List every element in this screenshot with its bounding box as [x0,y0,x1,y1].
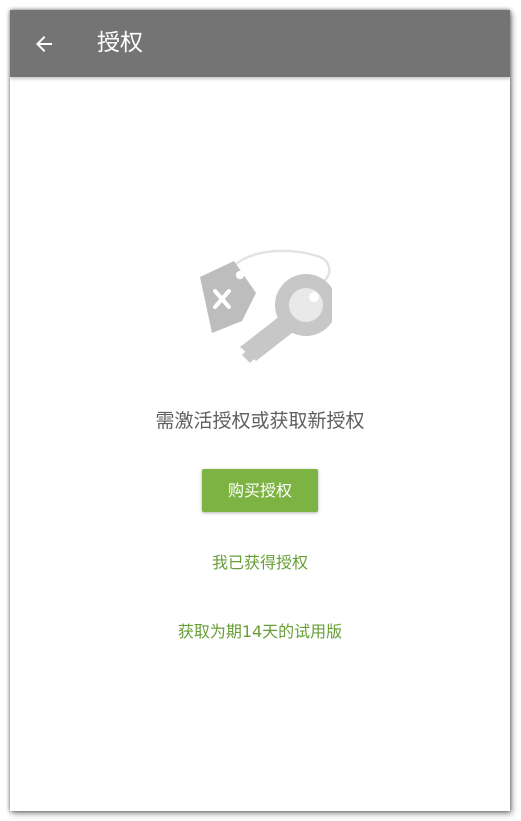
get-trial-link[interactable]: 获取为期14天的试用版 [10,618,510,642]
app-bar: 授权 [10,10,510,77]
back-button[interactable] [24,24,64,64]
already-have-license-link[interactable]: 我已获得授权 [10,549,510,573]
app-window: 授权 需激活授权或获取新授权 购买授权 我已获得授权 获取为期14天的试用版 [10,10,510,811]
license-content: 需激活授权或获取新授权 购买授权 我已获得授权 获取为期14天的试用版 [10,77,510,811]
license-key-tag-icon [182,247,337,372]
buy-license-button[interactable]: 购买授权 [202,469,318,512]
arrow-back-icon [36,36,52,52]
license-required-message: 需激活授权或获取新授权 [155,410,365,432]
page-title: 授权 [97,30,143,56]
